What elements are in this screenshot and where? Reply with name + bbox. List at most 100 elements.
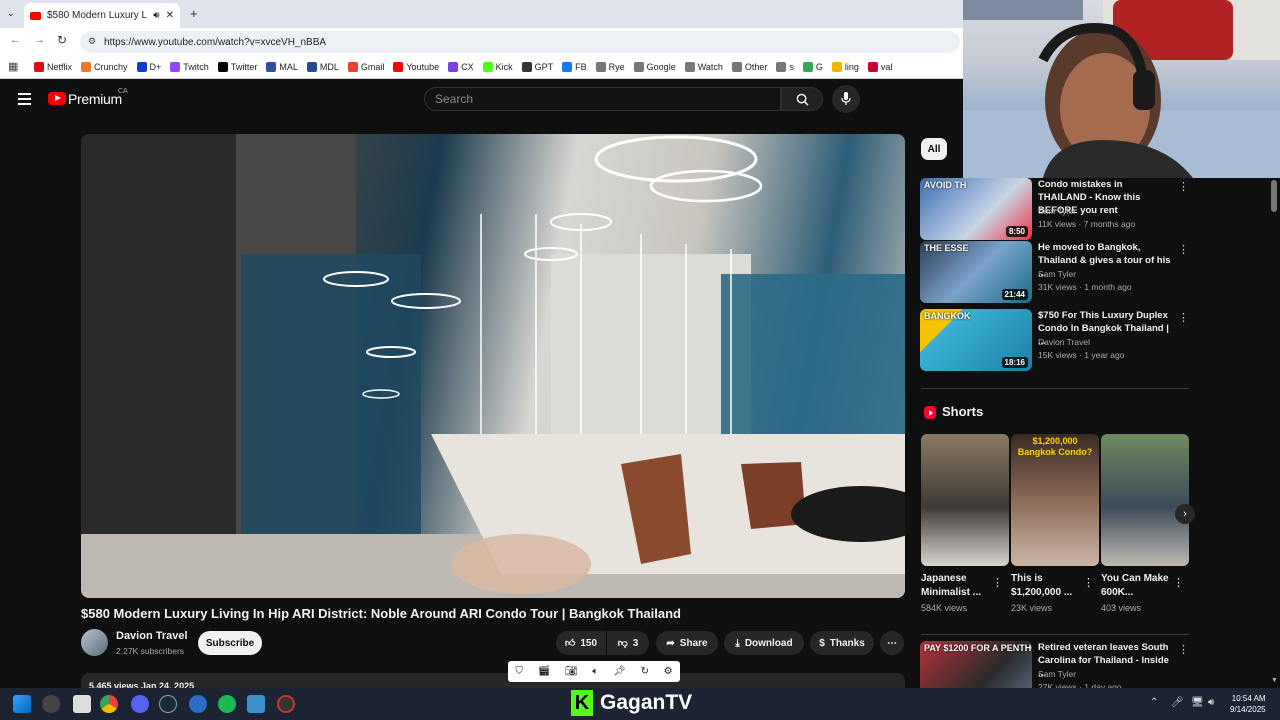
- bookmark-kick[interactable]: Kick: [482, 61, 513, 72]
- shield-icon[interactable]: ⛉: [515, 666, 523, 677]
- bookmark-gmail[interactable]: Gmail: [347, 61, 384, 72]
- search-button[interactable]: [781, 87, 823, 111]
- channel-avatar[interactable]: [81, 629, 108, 656]
- speaker-icon[interactable]: 🔊︎: [153, 10, 159, 21]
- short-2-menu-icon[interactable]: ⋮: [1083, 576, 1094, 589]
- bookmark-label: Netflix: [47, 61, 73, 72]
- more-options-icon[interactable]: ⋮: [1178, 643, 1189, 656]
- url-input[interactable]: ⚙ https://www.youtube.com/watch?v=xvceVH…: [80, 31, 960, 53]
- bookmark-fb[interactable]: FB: [562, 61, 587, 72]
- bookmark-ling[interactable]: ling: [831, 61, 859, 72]
- search-input[interactable]: Search: [424, 87, 781, 111]
- volume-icon[interactable]: 🔈︎: [592, 666, 598, 677]
- bookmark-gpt[interactable]: GPT: [521, 61, 553, 72]
- bookmark-twitch[interactable]: Twitch: [170, 61, 209, 72]
- recommended-channel[interactable]: Sam Tyler: [1038, 269, 1076, 279]
- short-thumb-3[interactable]: [1101, 434, 1189, 566]
- bookmark-d+[interactable]: D+: [136, 61, 161, 72]
- settings-icon[interactable]: ⚙: [664, 666, 673, 677]
- recording-app-icon[interactable]: [277, 695, 295, 713]
- reload-icon[interactable]: ↻: [57, 33, 67, 47]
- bookmark-twitter[interactable]: Twitter: [217, 61, 257, 72]
- bookmark-mdl[interactable]: MDL: [306, 61, 339, 72]
- new-tab-icon[interactable]: +: [190, 6, 198, 21]
- browser-tab[interactable]: $580 Modern Luxury Living 🔊︎ ✕: [24, 3, 180, 28]
- system-clock[interactable]: 10:54 AM 9/14/2025: [1230, 693, 1266, 715]
- channel-name[interactable]: Davion Travel: [116, 630, 188, 642]
- youtube-logo-icon[interactable]: [48, 92, 66, 105]
- dislike-button[interactable]: 👎︎ 3: [607, 631, 649, 655]
- recommended-video[interactable]: BANGKOK 18:16 $750 For This Luxury Duplex …: [920, 309, 1190, 371]
- pin-icon[interactable]: 📌︎: [613, 666, 626, 677]
- video-thumbnail[interactable]: THE ESSE 21:44: [920, 241, 1032, 303]
- like-button[interactable]: 👍︎ 150: [556, 631, 606, 655]
- tray-volume-icon[interactable]: 🔊︎: [1208, 697, 1214, 708]
- start-icon[interactable]: [13, 695, 31, 713]
- window-icon[interactable]: [247, 695, 265, 713]
- clapper-icon[interactable]: 🎬︎: [538, 666, 551, 677]
- more-actions-button[interactable]: ⋯: [880, 631, 904, 655]
- tab-close-icon[interactable]: ✕: [166, 10, 174, 21]
- bookmark-val[interactable]: val: [867, 61, 892, 72]
- bookmark-crunchy[interactable]: Crunchy: [81, 61, 128, 72]
- tray-chevron-icon[interactable]: ⌃: [1150, 697, 1158, 708]
- video-player[interactable]: [81, 134, 905, 598]
- site-info-icon[interactable]: ⚙: [88, 36, 96, 47]
- bookmark-youtube[interactable]: Youtube: [393, 61, 439, 72]
- recommended-channel[interactable]: Sam Tyler: [1038, 206, 1076, 216]
- search-circle-icon[interactable]: [42, 695, 60, 713]
- short-title-2[interactable]: This is $1,200,000 ...: [1011, 572, 1091, 600]
- apps-grid-icon[interactable]: ▦: [8, 60, 18, 73]
- scroll-down-icon[interactable]: ▼: [1271, 677, 1278, 684]
- spotify-icon[interactable]: [218, 695, 236, 713]
- bookmark-other[interactable]: Other: [731, 61, 767, 72]
- steam-icon[interactable]: [159, 695, 177, 713]
- short-3-menu-icon[interactable]: ⋮: [1173, 576, 1184, 589]
- discord-icon[interactable]: [131, 695, 149, 713]
- file-explorer-icon[interactable]: [73, 695, 91, 713]
- short-title-1[interactable]: Japanese Minimalist ...: [921, 572, 1001, 600]
- chip-all[interactable]: All: [921, 138, 947, 160]
- bookmark-netflix[interactable]: Netflix: [34, 61, 73, 72]
- short-title-3[interactable]: You Can Make 600K...: [1101, 572, 1181, 600]
- more-options-icon[interactable]: ⋮: [1178, 180, 1189, 193]
- forward-icon[interactable]: →: [34, 34, 45, 46]
- download-button[interactable]: ⤓ Download: [724, 631, 804, 655]
- scrollbar-thumb[interactable]: [1271, 180, 1277, 212]
- download-label: Download: [744, 637, 793, 649]
- short-thumb-2[interactable]: $1,200,000 Bangkok Condo?: [1011, 434, 1099, 566]
- bookmark-watch[interactable]: Watch: [684, 61, 723, 72]
- chrome-icon[interactable]: [100, 695, 118, 713]
- back-icon[interactable]: ←: [10, 34, 21, 46]
- video-thumbnail[interactable]: AVOID TH 8:50: [920, 178, 1032, 240]
- recommended-channel[interactable]: Davion Travel: [1038, 337, 1090, 347]
- tray-network-icon[interactable]: 🖥︎: [1191, 697, 1204, 708]
- share-button[interactable]: ➦ Share: [656, 631, 718, 655]
- shorts-next-icon[interactable]: ›: [1175, 504, 1195, 524]
- recommended-video[interactable]: THE ESSE 21:44 He moved to Bangkok, Thaila…: [920, 241, 1190, 303]
- subscribe-button[interactable]: Subscribe: [198, 631, 262, 655]
- bookmark-g[interactable]: G: [802, 61, 823, 72]
- short-1-menu-icon[interactable]: ⋮: [992, 576, 1003, 589]
- more-options-icon[interactable]: ⋮: [1178, 311, 1189, 324]
- tray-mic-icon[interactable]: 🎤︎: [1171, 697, 1184, 708]
- video-thumbnail[interactable]: BANGKOK 18:16: [920, 309, 1032, 371]
- thanks-button[interactable]: $ Thanks: [810, 631, 874, 655]
- more-options-icon[interactable]: ⋮: [1178, 243, 1189, 256]
- tab-search-icon[interactable]: ⌄: [7, 8, 15, 19]
- bookmark-cx[interactable]: CX: [448, 61, 474, 72]
- camera-icon[interactable]: 📷︎: [565, 666, 578, 677]
- recommended-channel[interactable]: Sam Tyler: [1038, 669, 1076, 679]
- bookmark-s[interactable]: s: [776, 61, 794, 72]
- refresh-icon[interactable]: ↻: [641, 666, 649, 677]
- short-thumb-1[interactable]: [921, 434, 1009, 566]
- menu-icon[interactable]: [18, 93, 31, 105]
- premium-logo-text[interactable]: Premium: [68, 91, 122, 107]
- bookmark-mal[interactable]: MAL: [266, 61, 298, 72]
- voice-search-button[interactable]: [832, 85, 860, 113]
- recommended-video[interactable]: AVOID TH 8:50 Condo mistakes in THAILAND -…: [920, 178, 1190, 240]
- thumbs-down-icon: 👎︎: [617, 638, 628, 649]
- bookmark-rye[interactable]: Rye: [595, 61, 625, 72]
- app-icon[interactable]: [189, 695, 207, 713]
- bookmark-google[interactable]: Google: [633, 61, 676, 72]
